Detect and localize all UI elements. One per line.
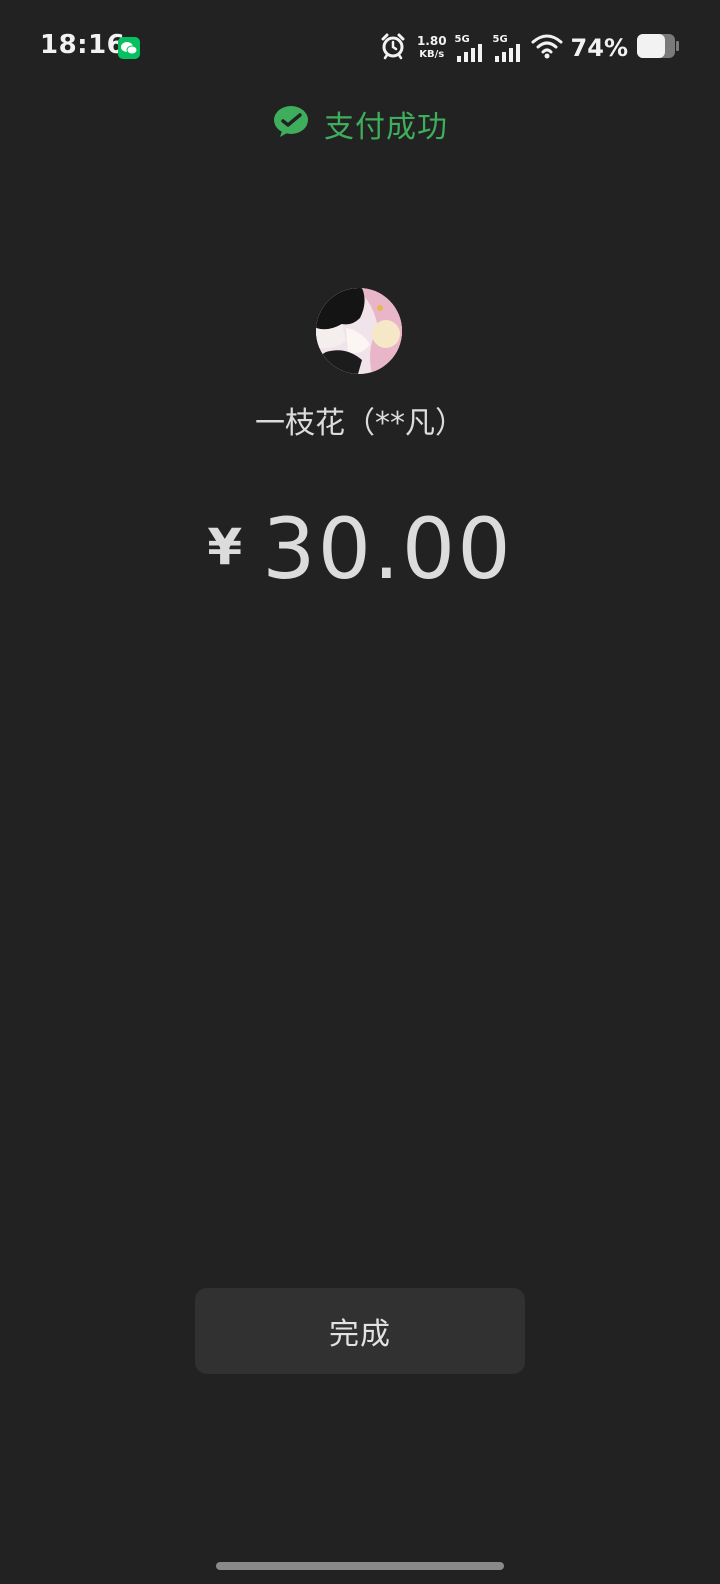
payment-amount: ¥ 30.00 <box>0 500 720 598</box>
done-button[interactable]: 完成 <box>195 1288 525 1374</box>
network-speed-value: 1.80 <box>416 34 447 48</box>
battery-percent: 74% <box>570 34 628 62</box>
wifi-icon <box>531 33 563 63</box>
alarm-icon <box>379 32 407 64</box>
signal-icon-sim2: 5G <box>493 34 523 62</box>
page-title: 支付成功 <box>324 110 448 145</box>
amount-value: 30.00 <box>262 500 513 598</box>
status-time: 18:16 <box>40 30 126 60</box>
status-bar: 18:16 1.80 KB/s 5G 5G 74% <box>0 0 720 96</box>
payment-success-header: 支付成功 <box>0 100 720 148</box>
network-speed-unit: KB/s <box>419 49 445 60</box>
status-icons: 1.80 KB/s 5G 5G 74% <box>379 30 680 66</box>
battery-icon <box>636 33 680 63</box>
network-speed: 1.80 KB/s <box>417 35 447 61</box>
wechat-pay-icon <box>272 105 310 143</box>
payee-name: 一枝花（**凡） <box>255 406 465 441</box>
payee-avatar <box>316 288 402 374</box>
home-indicator[interactable] <box>216 1562 504 1570</box>
currency-symbol: ¥ <box>207 518 243 576</box>
wechat-notification-icon <box>118 37 140 59</box>
signal-icon-sim1: 5G <box>455 34 485 62</box>
